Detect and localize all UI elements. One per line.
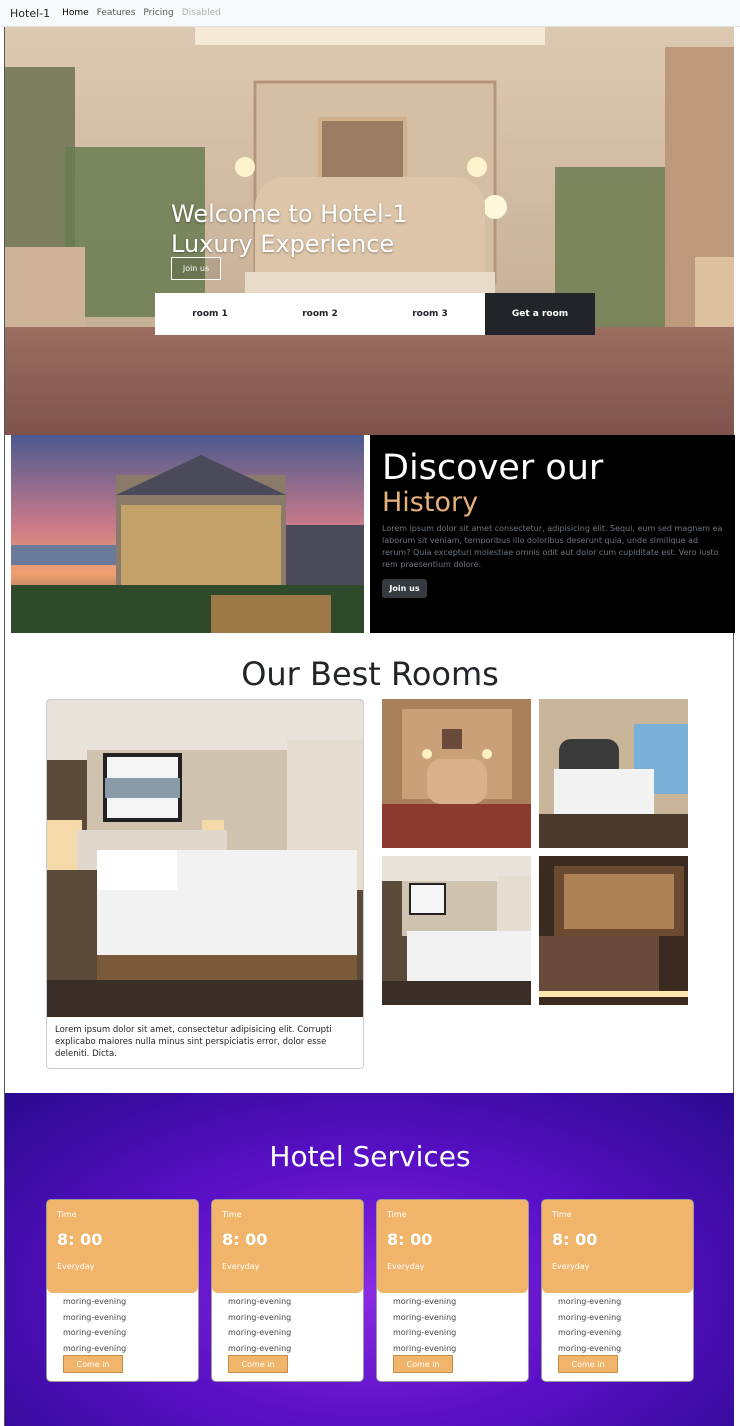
hero-title-line2: Luxury Experience [171,230,395,258]
hero-title: Welcome to Hotel-1 Luxury Experience [171,199,408,259]
service-line: moring-evening [393,1328,457,1337]
service-time-label: Time [552,1210,572,1219]
nav-features[interactable]: Features [97,8,136,18]
service-frequency: Everyday [387,1262,425,1271]
brand-link[interactable]: Hotel-1 [10,7,50,20]
tab-room-1[interactable]: room 1 [155,293,265,335]
service-card-4: Time 8: 00 Everyday moring-evening morin… [541,1199,694,1382]
discover-heading: Discover our [382,448,604,488]
room-card-image [47,700,363,1017]
service-line: moring-evening [63,1297,127,1306]
room-tabs: room 1 room 2 room 3 Get a room [155,293,595,335]
service-hour: 8: 00 [552,1230,598,1249]
service-line: moring-evening [63,1343,127,1353]
service-card-header: Time 8: 00 Everyday [212,1200,363,1293]
room-thumbnail-1[interactable] [382,699,531,848]
come-in-button[interactable]: Come in [63,1355,123,1373]
service-line: moring-evening [228,1312,292,1322]
rooms-title: Our Best Rooms [241,655,499,693]
nav-disabled: Disabled [181,8,221,18]
hero-section: Welcome to Hotel-1 Luxury Experience Joi… [5,27,734,435]
room-thumbnail-4[interactable] [539,856,688,1005]
service-time-label: Time [387,1210,407,1219]
hero-join-button[interactable]: Join us [171,257,221,280]
discover-text: Lorem ipsum dolor sit amet consectetur, … [382,524,723,569]
service-line: moring-evening [63,1312,127,1322]
service-card-1: Time 8: 00 Everyday moring-evening morin… [46,1199,199,1382]
service-time-label: Time [222,1210,242,1219]
get-a-room-button[interactable]: Get a room [485,293,595,335]
service-line: moring-evening [558,1328,622,1337]
service-card-header: Time 8: 00 Everyday [377,1200,528,1293]
service-frequency: Everyday [222,1262,260,1271]
navbar: Hotel-1 Home Features Pricing Disabled [0,0,740,27]
room-thumbnail-2[interactable] [539,699,688,848]
discover-subheading: History [382,487,479,518]
come-in-button[interactable]: Come in [558,1355,618,1373]
room-card: Lorem ipsum dolor sit amet, consectetur … [46,699,364,1069]
service-frequency: Everyday [552,1262,590,1271]
room-thumbnail-3[interactable] [382,856,531,1005]
service-line: moring-evening [558,1343,622,1353]
service-card-header: Time 8: 00 Everyday [47,1200,198,1293]
service-card-3: Time 8: 00 Everyday moring-evening morin… [376,1199,529,1382]
nav-home[interactable]: Home [62,8,89,18]
room-card-text: Lorem ipsum dolor sit amet, consectetur … [55,1025,332,1059]
service-lines: moring-evening moring-evening moring-eve… [558,1294,621,1356]
services-title: Hotel Services [269,1140,471,1173]
service-line: moring-evening [63,1328,127,1337]
service-frequency: Everyday [57,1262,95,1271]
service-line: moring-evening [228,1297,292,1306]
discover-panel: Discover our History Lorem ipsum dolor s… [370,435,735,633]
service-lines: moring-evening moring-evening moring-eve… [228,1294,291,1356]
service-line: moring-evening [558,1312,622,1322]
service-lines: moring-evening moring-evening moring-eve… [63,1294,126,1356]
service-lines: moring-evening moring-evening moring-eve… [393,1294,456,1356]
come-in-button[interactable]: Come in [393,1355,453,1373]
service-line: moring-evening [558,1297,622,1306]
hero-title-line1: Welcome to Hotel-1 [171,200,408,228]
tab-room-2[interactable]: room 2 [265,293,375,335]
service-line: moring-evening [393,1312,457,1322]
service-line: moring-evening [393,1297,457,1306]
service-hour: 8: 00 [222,1230,268,1249]
service-time-label: Time [57,1210,77,1219]
service-card-header: Time 8: 00 Everyday [542,1200,693,1293]
service-line: moring-evening [228,1343,292,1353]
service-line: moring-evening [228,1328,292,1337]
service-hour: 8: 00 [57,1230,103,1249]
discover-join-button[interactable]: Join us [382,579,427,598]
hotel-exterior-image [11,435,364,633]
come-in-button[interactable]: Come in [228,1355,288,1373]
service-card-2: Time 8: 00 Everyday moring-evening morin… [211,1199,364,1382]
service-line: moring-evening [393,1343,457,1353]
tab-room-3[interactable]: room 3 [375,293,485,335]
service-hour: 8: 00 [387,1230,433,1249]
nav-pricing[interactable]: Pricing [143,8,173,18]
